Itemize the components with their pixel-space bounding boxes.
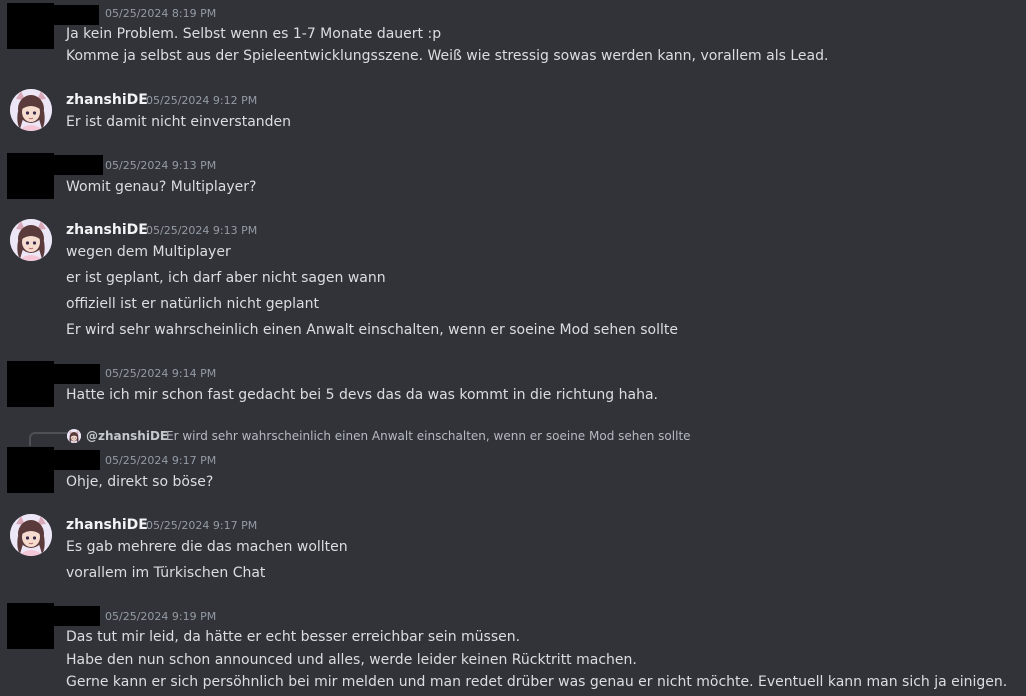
message-timestamp: 05/25/2024 9:14 PM <box>105 367 217 380</box>
message-text: Er ist damit nicht einverstanden <box>66 114 292 130</box>
message-author[interactable]: zhanshiDE <box>66 516 148 534</box>
redacted-avatar <box>7 447 54 493</box>
message-text: wegen dem Multiplayer <box>66 244 231 260</box>
redacted-avatar <box>7 153 54 199</box>
message-text: vorallem im Türkischen Chat <box>66 565 266 581</box>
message-timestamp: 05/25/2024 9:13 PM <box>105 159 217 172</box>
redacted-username <box>54 5 99 25</box>
reply-avatar-icon <box>67 429 81 443</box>
redacted-username <box>54 450 100 470</box>
anime-girl-avatar-icon[interactable] <box>10 219 52 261</box>
message-text: Es gab mehrere die das machen wollten <box>66 539 348 555</box>
reply-author[interactable]: @zhanshiDE <box>86 428 168 444</box>
message-text: Gerne kann er sich persöhnlich bei mir m… <box>66 674 1008 690</box>
message-timestamp: 05/25/2024 9:13 PM <box>146 224 258 237</box>
message-text: offiziell ist er natürlich nicht geplant <box>66 296 319 312</box>
redacted-avatar <box>7 361 54 407</box>
message-text: Womit genau? Multiplayer? <box>66 179 257 195</box>
redacted-avatar <box>7 3 54 49</box>
message-timestamp: 05/25/2024 9:17 PM <box>146 519 258 532</box>
redacted-username <box>54 155 103 175</box>
anime-girl-avatar-icon[interactable] <box>10 514 52 556</box>
message-text: Komme ja selbst aus der Spieleentwicklun… <box>66 48 829 64</box>
reply-preview[interactable]: Er wird sehr wahrscheinlich einen Anwalt… <box>166 428 691 444</box>
reply-connector <box>29 432 67 446</box>
message-text: Ohje, direkt so böse? <box>66 474 214 490</box>
message-author[interactable]: zhanshiDE <box>66 91 148 109</box>
redacted-avatar <box>7 603 54 649</box>
message-text: Das tut mir leid, da hätte er echt besse… <box>66 629 521 645</box>
message-text: Er wird sehr wahrscheinlich einen Anwalt… <box>66 322 678 338</box>
redacted-username <box>54 364 100 384</box>
message-timestamp: 05/25/2024 9:12 PM <box>146 94 258 107</box>
anime-girl-avatar-icon[interactable] <box>10 89 52 131</box>
message-author[interactable]: zhanshiDE <box>66 221 148 239</box>
message-text: er ist geplant, ich darf aber nicht sage… <box>66 270 386 286</box>
message-timestamp: 05/25/2024 9:19 PM <box>105 610 217 623</box>
message-timestamp: 05/25/2024 9:17 PM <box>105 454 217 467</box>
message-text: Ja kein Problem. Selbst wenn es 1-7 Mona… <box>66 26 442 42</box>
message-text: Hatte ich mir schon fast gedacht bei 5 d… <box>66 387 658 403</box>
redacted-username <box>54 606 100 626</box>
message-text: Habe den nun schon announced und alles, … <box>66 652 637 668</box>
message-timestamp: 05/25/2024 8:19 PM <box>105 7 217 20</box>
